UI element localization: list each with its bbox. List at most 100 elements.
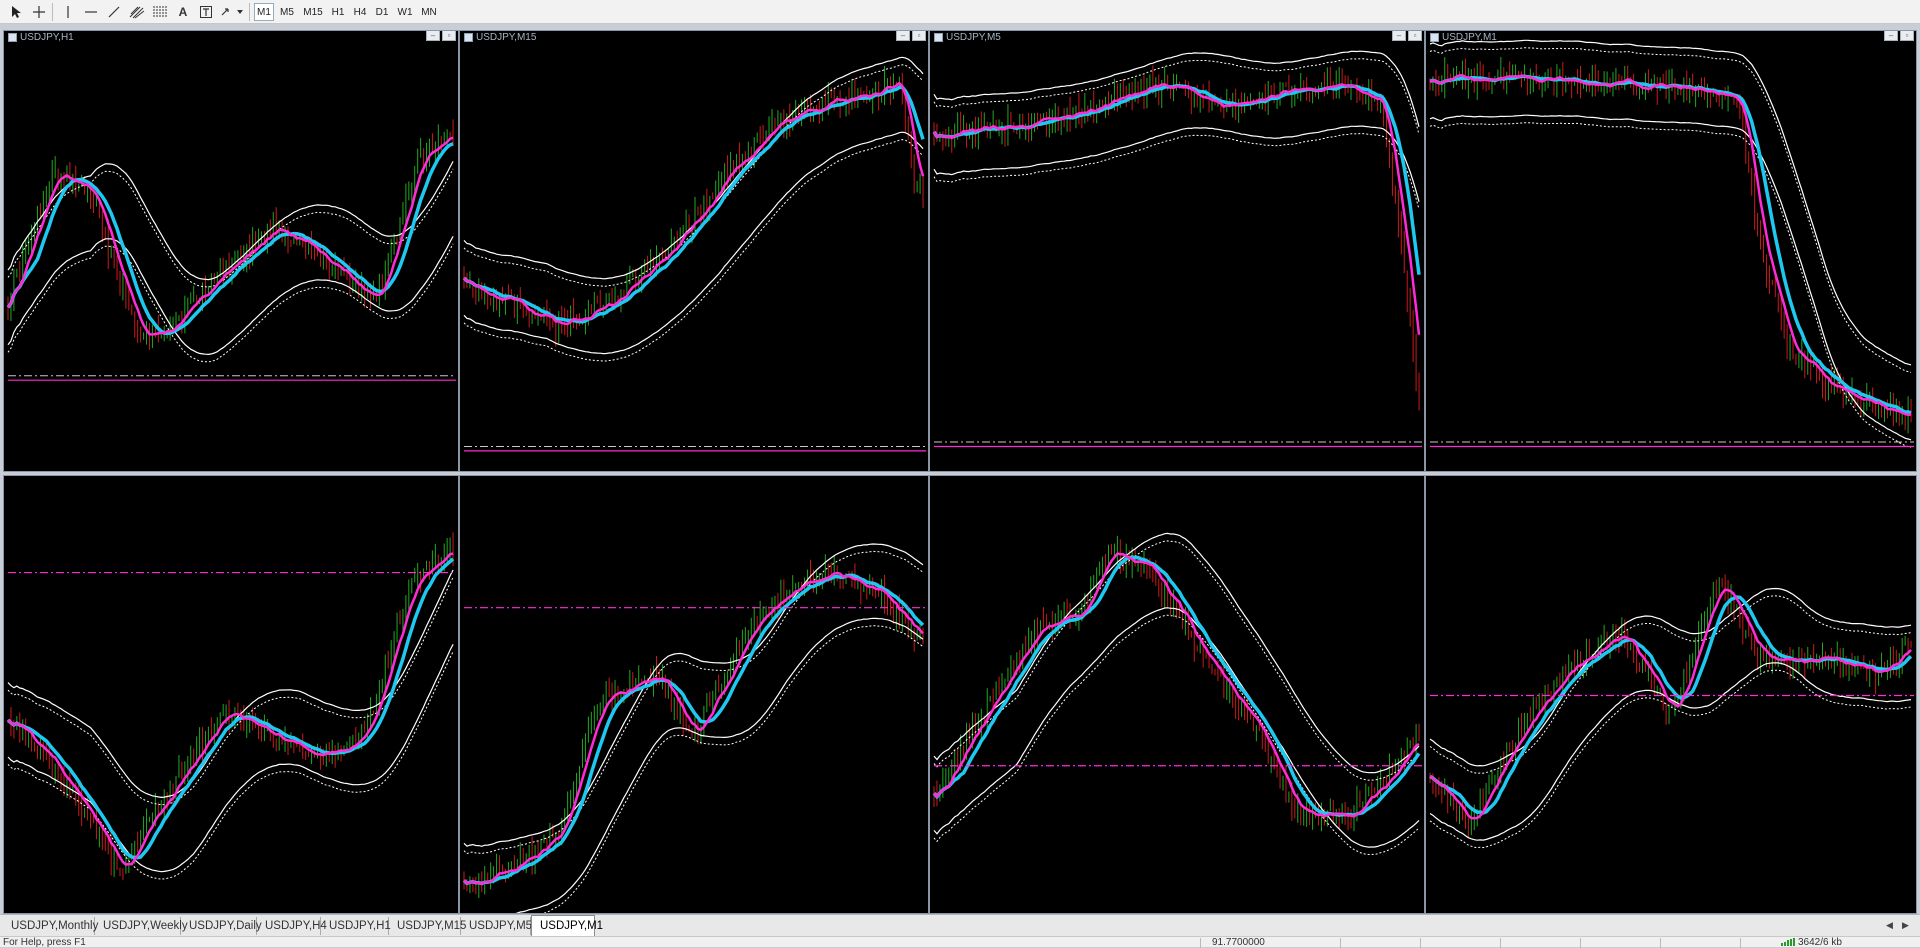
chart-window-7[interactable] [929,475,1425,914]
envelope-upper-band [1429,39,1912,366]
price-chart-7 [932,532,1422,856]
envelope-lower-hatch [933,133,1420,210]
envelope-lower-band [933,607,1420,848]
chart-window-title: USDJPY,M5 [934,31,1001,44]
moving-average-slow [932,83,1421,275]
envelope-upper-hatch [933,58,1420,135]
envelope-lower-hatch [7,243,454,363]
envelope-lower-hatch [933,614,1420,856]
moving-average-slow [6,142,454,336]
timeframe-button-m1[interactable]: M1 [254,3,274,21]
envelope-upper-band [1429,587,1912,767]
chart-window-3[interactable]: USDJPY,M5 – ▫ [929,30,1425,472]
timeframe-button-d1[interactable]: D1 [372,3,392,21]
fibonacci-levels-icon[interactable] [150,2,170,22]
tab-scroll-right-icon[interactable]: ▶ [1902,920,1909,931]
tab-usdjpy-weekly[interactable]: USDJPY,Weekly [95,917,188,935]
tab-usdjpy-m1[interactable]: USDJPY,M1 [531,915,603,936]
moving-average-slow [932,555,1421,818]
envelope-lower-band [463,131,924,355]
chart-window-1[interactable]: USDJPY,H1 – ▫ [3,30,459,472]
status-price: 91.7700000 [1212,937,1265,948]
maximize-icon[interactable]: ▫ [1900,31,1914,41]
minimize-icon[interactable]: – [1884,31,1898,41]
moving-average-slow [1429,74,1912,415]
envelope-lower-band [515,617,924,913]
maximize-icon[interactable]: ▫ [912,31,926,41]
chart-window-title-text: USDJPY,H1 [20,31,74,43]
minimize-icon[interactable]: – [1392,31,1406,41]
envelope-upper-band [933,532,1420,774]
price-chart-2 [462,56,926,452]
timeframe-button-mn[interactable]: MN [418,3,440,21]
moving-average-fast [1429,74,1912,417]
envelope-upper-band [463,56,924,280]
chart-window-title: USDJPY,H1 [8,31,74,44]
status-traffic: 3642/6 kb [1798,937,1842,948]
minimize-icon[interactable]: – [426,31,440,41]
timeframe-button-h1[interactable]: H1 [328,3,348,21]
chart-window-8[interactable] [1425,475,1917,914]
tab-usdjpy-daily[interactable]: USDJPY,Daily [181,917,262,935]
envelope-lower-hatch [1429,122,1912,448]
chart-window-title-text: USDJPY,M1 [1442,31,1497,43]
maximize-icon[interactable]: ▫ [442,31,456,41]
trendline-icon[interactable] [104,2,124,22]
price-chart-6 [462,543,926,913]
envelope-lower-hatch [542,625,924,913]
price-chart-1 [6,119,456,381]
moving-average-fast [933,552,1420,818]
chart-window-4[interactable]: USDJPY,M1 – ▫ [1425,30,1917,472]
moving-average-fast [1429,588,1912,820]
chart-window-title: USDJPY,M1 [1430,31,1497,44]
envelope-lower-hatch [463,139,924,362]
timeframe-button-m15[interactable]: M15 [300,3,326,21]
crosshair-icon[interactable] [29,2,49,22]
price-chart-8 [1429,574,1914,849]
chart-tab-bar: USDJPY,Monthly USDJPY,Weekly USDJPY,Daily U… [0,914,1920,936]
text-icon[interactable]: A [173,2,193,22]
moving-average-slow [6,557,455,860]
envelope-upper-hatch [933,540,1420,781]
tab-usdjpy-h1[interactable]: USDJPY,H1 [321,917,391,935]
fibonacci-channel-icon[interactable] [127,2,147,22]
price-chart-4 [1429,39,1914,448]
timeframe-button-m5[interactable]: M5 [276,3,298,21]
envelope-upper-band [7,569,454,799]
arrows-dropdown-icon[interactable] [219,2,245,22]
connection-bars-icon [1781,937,1795,948]
envelope-lower-band [933,125,1420,202]
text-label-icon[interactable] [196,2,216,22]
timeframe-button-h4[interactable]: H4 [350,3,370,21]
moving-average-slow [462,85,925,324]
horizontal-line-icon[interactable] [81,2,101,22]
tab-usdjpy-h4[interactable]: USDJPY,H4 [257,917,327,935]
price-chart-5 [6,532,456,881]
chart-window-5[interactable] [3,475,459,914]
tab-scroll-left-icon[interactable]: ◀ [1886,920,1893,931]
chart-document-icon [8,32,17,42]
tab-usdjpy-m5[interactable]: USDJPY,M5 [461,917,532,935]
envelope-lower-band [1429,114,1912,441]
moving-average-fast [463,571,924,886]
toolbar: A M1 M5 M15 H1 H4 D1 W1 MN [0,0,1920,24]
chart-window-title-text: USDJPY,M15 [476,31,537,43]
envelope-upper-hatch [463,550,924,855]
envelope-upper-hatch [7,168,454,288]
status-bar: For Help, press F1 91.7700000 3642/6 kb [0,936,1920,948]
tab-usdjpy-monthly[interactable]: USDJPY,Monthly [3,917,98,935]
cursor-icon[interactable] [6,2,26,22]
chart-document-icon [464,32,473,42]
envelope-lower-band [7,644,454,873]
tab-usdjpy-m15[interactable]: USDJPY,M15 [389,917,466,935]
envelope-upper-hatch [1429,47,1912,373]
chart-window-2[interactable]: USDJPY,M15 – ▫ [459,30,929,472]
chart-window-6[interactable] [459,475,929,914]
minimize-icon[interactable]: – [896,31,910,41]
vertical-line-icon[interactable] [58,2,78,22]
envelope-lower-band [7,236,454,356]
maximize-icon[interactable]: ▫ [1408,31,1422,41]
chart-window-title: USDJPY,M15 [464,31,537,44]
timeframe-button-w1[interactable]: W1 [394,3,416,21]
chart-document-icon [934,32,943,42]
